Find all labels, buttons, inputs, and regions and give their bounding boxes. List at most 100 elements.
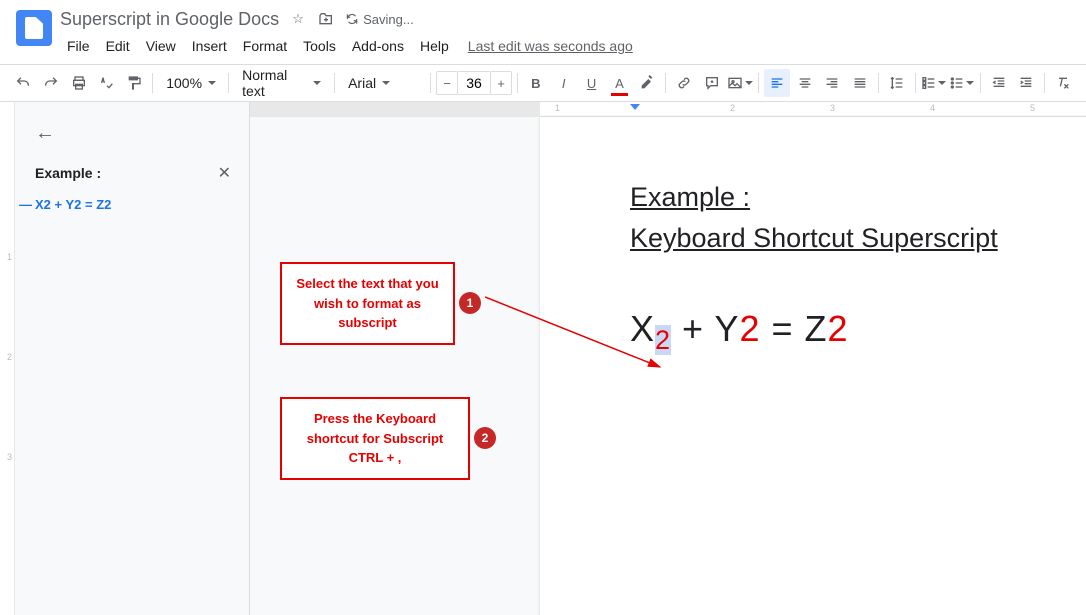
doc-heading[interactable]: Example : Keyboard Shortcut Superscript	[630, 177, 1086, 258]
clear-formatting-button[interactable]	[1050, 69, 1076, 97]
star-icon[interactable]: ☆	[289, 10, 307, 28]
undo-button[interactable]	[10, 69, 36, 97]
workspace: 1 2 3 ← Example : ✕ X2 + Y2 = Z2 1 2 3 4…	[0, 102, 1086, 615]
chevron-down-icon	[745, 81, 753, 85]
outline-item[interactable]: X2 + Y2 = Z2	[35, 197, 241, 212]
callout-2-text: Press the Keyboard shortcut for Subscrip…	[307, 411, 444, 465]
align-center-button[interactable]	[792, 69, 818, 97]
separator	[430, 73, 431, 93]
separator	[152, 73, 153, 93]
separator	[758, 73, 759, 93]
menu-help[interactable]: Help	[413, 34, 456, 58]
indent-marker[interactable]	[630, 104, 640, 110]
font-size-group: − +	[436, 71, 512, 95]
outline-back-button[interactable]: ←	[35, 122, 241, 145]
eq-equals: =	[760, 308, 804, 349]
callout-1-text: Select the text that you wish to format …	[296, 276, 438, 330]
last-edit-link[interactable]: Last edit was seconds ago	[468, 34, 633, 58]
highlight-button[interactable]	[634, 69, 660, 97]
menu-addons[interactable]: Add-ons	[345, 34, 411, 58]
comment-button[interactable]	[699, 69, 725, 97]
chevron-down-icon	[966, 81, 974, 85]
callout-2: Press the Keyboard shortcut for Subscrip…	[280, 397, 470, 480]
line-spacing-button[interactable]	[884, 69, 910, 97]
menu-edit[interactable]: Edit	[99, 34, 137, 58]
zoom-value: 100%	[166, 75, 202, 91]
menubar: File Edit View Insert Format Tools Add-o…	[60, 34, 1070, 58]
chevron-down-icon	[313, 81, 321, 85]
ruler-tick: 1	[555, 103, 560, 113]
separator	[334, 73, 335, 93]
align-right-button[interactable]	[820, 69, 846, 97]
link-button[interactable]	[671, 69, 697, 97]
italic-button[interactable]: I	[551, 69, 577, 97]
title-area: Superscript in Google Docs ☆ Saving... F…	[60, 8, 1070, 58]
docs-logo[interactable]	[16, 10, 52, 46]
menu-file[interactable]: File	[60, 34, 97, 58]
print-button[interactable]	[66, 69, 92, 97]
outline-panel: ← Example : ✕ X2 + Y2 = Z2	[15, 102, 250, 615]
heading-line1: Example :	[630, 182, 750, 212]
chevron-down-icon	[382, 81, 390, 85]
eq-selected-2: 2	[655, 325, 671, 355]
chevron-down-icon	[938, 81, 946, 85]
ruler-tick: 2	[730, 103, 735, 113]
eq-z: Z	[805, 308, 828, 349]
equation-text[interactable]: X2 + Y2 = Z2	[630, 308, 1086, 356]
vertical-ruler: 1 2 3	[0, 102, 15, 615]
zoom-select[interactable]: 100%	[158, 69, 223, 97]
ruler-tick: 2	[7, 352, 12, 362]
decrease-indent-button[interactable]	[986, 69, 1012, 97]
move-icon[interactable]	[317, 10, 335, 28]
menu-view[interactable]: View	[139, 34, 183, 58]
menu-format[interactable]: Format	[236, 34, 294, 58]
redo-button[interactable]	[38, 69, 64, 97]
separator	[665, 73, 666, 93]
ruler-tick: 4	[930, 103, 935, 113]
ruler-tick: 1	[7, 252, 12, 262]
font-size-input[interactable]	[458, 71, 490, 95]
ruler-tick: 5	[1030, 103, 1035, 113]
image-button[interactable]	[727, 69, 753, 97]
style-select[interactable]: Normal text	[234, 69, 329, 97]
underline-button[interactable]: U	[579, 69, 605, 97]
text-color-button[interactable]: A	[607, 69, 633, 97]
spellcheck-button[interactable]	[94, 69, 120, 97]
font-size-increase[interactable]: +	[490, 71, 512, 95]
document-title[interactable]: Superscript in Google Docs	[60, 9, 279, 30]
header-bar: Superscript in Google Docs ☆ Saving... F…	[0, 0, 1086, 58]
document-page[interactable]: Example : Keyboard Shortcut Superscript …	[540, 117, 1086, 615]
toolbar: 100% Normal text Arial − + B I U A	[0, 64, 1086, 102]
font-size-decrease[interactable]: −	[436, 71, 458, 95]
separator	[915, 73, 916, 93]
menu-insert[interactable]: Insert	[185, 34, 234, 58]
separator	[517, 73, 518, 93]
heading-line2: Keyboard Shortcut Superscript	[630, 223, 998, 253]
ruler-margin	[250, 102, 540, 117]
chevron-down-icon	[208, 81, 216, 85]
paint-format-button[interactable]	[121, 69, 147, 97]
style-value: Normal text	[242, 67, 307, 99]
callout-badge-2: 2	[474, 427, 496, 449]
font-select[interactable]: Arial	[340, 69, 425, 97]
saving-status: Saving...	[345, 12, 414, 27]
separator	[1044, 73, 1045, 93]
bold-button[interactable]: B	[523, 69, 549, 97]
title-row: Superscript in Google Docs ☆ Saving...	[60, 8, 1070, 30]
align-justify-button[interactable]	[847, 69, 873, 97]
outline-title[interactable]: Example :	[35, 165, 101, 181]
align-left-button[interactable]	[764, 69, 790, 97]
menu-tools[interactable]: Tools	[296, 34, 343, 58]
bulleted-list-button[interactable]	[949, 69, 975, 97]
separator	[980, 73, 981, 93]
checklist-button[interactable]	[921, 69, 947, 97]
horizontal-ruler: 1 2 3 4 5	[250, 102, 1086, 117]
outline-close-icon[interactable]: ✕	[218, 163, 231, 183]
ruler-tick: 3	[7, 452, 12, 462]
eq-red-2: 2	[739, 308, 760, 349]
text-color-a: A	[615, 76, 624, 91]
eq-plus: +	[671, 308, 714, 349]
increase-indent-button[interactable]	[1013, 69, 1039, 97]
separator	[228, 73, 229, 93]
ruler-tick: 3	[830, 103, 835, 113]
